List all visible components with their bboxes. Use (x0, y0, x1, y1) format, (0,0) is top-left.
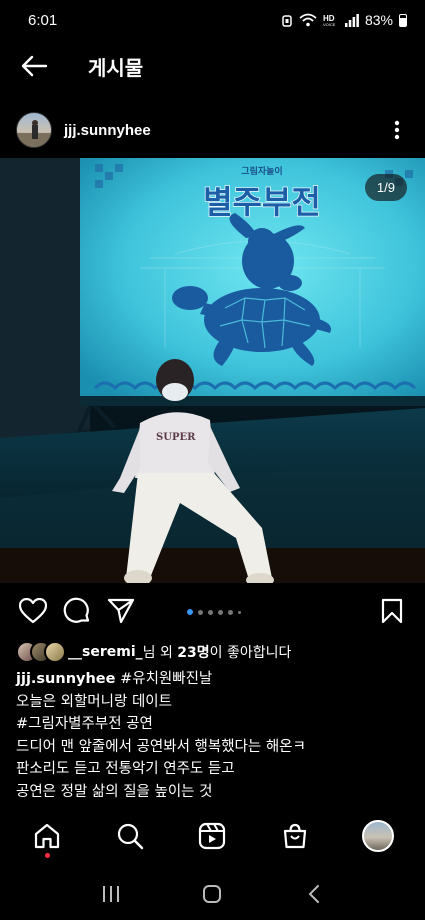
liker-avatars (16, 641, 66, 663)
comment-icon (63, 597, 90, 623)
reels-icon (199, 822, 226, 850)
status-bar: 6:01 HD VOICE 83% (0, 0, 425, 40)
arrow-left-icon (21, 55, 48, 77)
poster-small-title: 그림자놀이 (241, 165, 282, 177)
author-username[interactable]: jjj.sunnyhee (64, 122, 377, 139)
avatar-image (17, 120, 51, 147)
recent-apps-icon (102, 886, 119, 902)
caption-line: 판소리도 듣고 전통악기 연주도 듣고 (16, 761, 235, 777)
more-vertical-icon (394, 120, 400, 140)
carousel-dot (218, 609, 223, 615)
caption-line: 오늘은 외할머니랑 데이트 (16, 693, 172, 710)
header: 게시물 (0, 42, 425, 90)
shop-icon (283, 823, 307, 849)
save-button[interactable] (370, 590, 414, 632)
home-circle-icon (203, 885, 222, 903)
status-time: 6:01 (28, 11, 58, 29)
poster-title: 별주부전 (203, 183, 321, 221)
nav-shop[interactable] (265, 808, 325, 864)
comment-button[interactable] (55, 590, 99, 632)
author-avatar[interactable] (16, 112, 52, 148)
caption-hashtag-line[interactable]: #그림자별주부전 공연 (16, 713, 411, 736)
wifi-icon (299, 13, 317, 27)
recent-apps-button[interactable] (86, 874, 136, 914)
post-actions (0, 590, 425, 632)
bottom-navigation (0, 808, 425, 864)
more-options-button[interactable] (377, 110, 417, 150)
search-icon (117, 823, 144, 850)
post-author-row: jjj.sunnyhee (0, 108, 425, 152)
battery-percent: 83% (364, 12, 393, 28)
status-icons: HD VOICE 83% (281, 12, 407, 28)
hd-voice-icon: HDVOICE (323, 14, 336, 27)
alarm-icon (282, 14, 292, 27)
nav-search[interactable] (100, 808, 160, 864)
post-image-content: 그림자놀이 별주부전 SUPER (0, 158, 425, 583)
home-icon (35, 823, 60, 849)
home-system-button[interactable] (187, 874, 237, 914)
system-back-button[interactable] (289, 874, 339, 914)
likes-summary[interactable]: __seremi_ 님 외 23명 이 좋아합니다 (16, 640, 291, 664)
like-button[interactable] (11, 590, 55, 632)
share-button[interactable] (99, 590, 143, 632)
caption-username[interactable]: jjj.sunnyhee (16, 671, 115, 687)
carousel-dot (198, 609, 203, 615)
profile-avatar (361, 820, 394, 852)
likes-text-end: 이 좋아합니다 (209, 645, 292, 661)
bookmark-icon (381, 598, 403, 624)
carousel-dot (238, 610, 241, 614)
likes-count[interactable]: 23명 (177, 642, 209, 662)
signal-icon (344, 13, 359, 27)
nav-reels[interactable] (182, 808, 242, 864)
carousel-counter: 1/9 (364, 174, 407, 201)
svg-text:SUPER: SUPER (156, 432, 196, 443)
post-image[interactable]: 그림자놀이 별주부전 SUPER (0, 158, 425, 583)
heart-icon (19, 598, 47, 624)
carousel-indicator (187, 609, 241, 615)
first-liker[interactable]: __seremi_ (68, 644, 143, 660)
notification-dot (44, 853, 50, 858)
caption-hashtag[interactable]: #유치원빠진날 (120, 671, 212, 687)
liker-avatar (44, 641, 66, 663)
chevron-left-icon (308, 885, 320, 903)
nav-home[interactable] (17, 808, 77, 864)
carousel-dot-active (187, 609, 193, 615)
back-button[interactable] (4, 42, 64, 90)
caption-line: 공연은 정말 삶의 질을 높이는 것 (16, 783, 213, 800)
page-title: 게시물 (88, 55, 144, 80)
nav-profile[interactable] (348, 808, 408, 864)
system-navigation (0, 868, 425, 920)
post-caption: jjj.sunnyhee #유치원빠진날 오늘은 외할머니랑 데이트 #그림자별… (16, 668, 411, 803)
caption-line: 드디어 맨 앞줄에서 공연봐서 행복했다는 해온ㅋ (16, 738, 306, 755)
likes-text-mid: 님 외 (142, 645, 178, 661)
carousel-dot (208, 609, 213, 615)
caption-line: jjj.sunnyhee #유치원빠진날 (16, 668, 411, 691)
battery-icon (399, 13, 407, 27)
carousel-dot (228, 609, 233, 615)
send-icon (107, 598, 135, 624)
svg-text:VOICE: VOICE (323, 22, 336, 27)
